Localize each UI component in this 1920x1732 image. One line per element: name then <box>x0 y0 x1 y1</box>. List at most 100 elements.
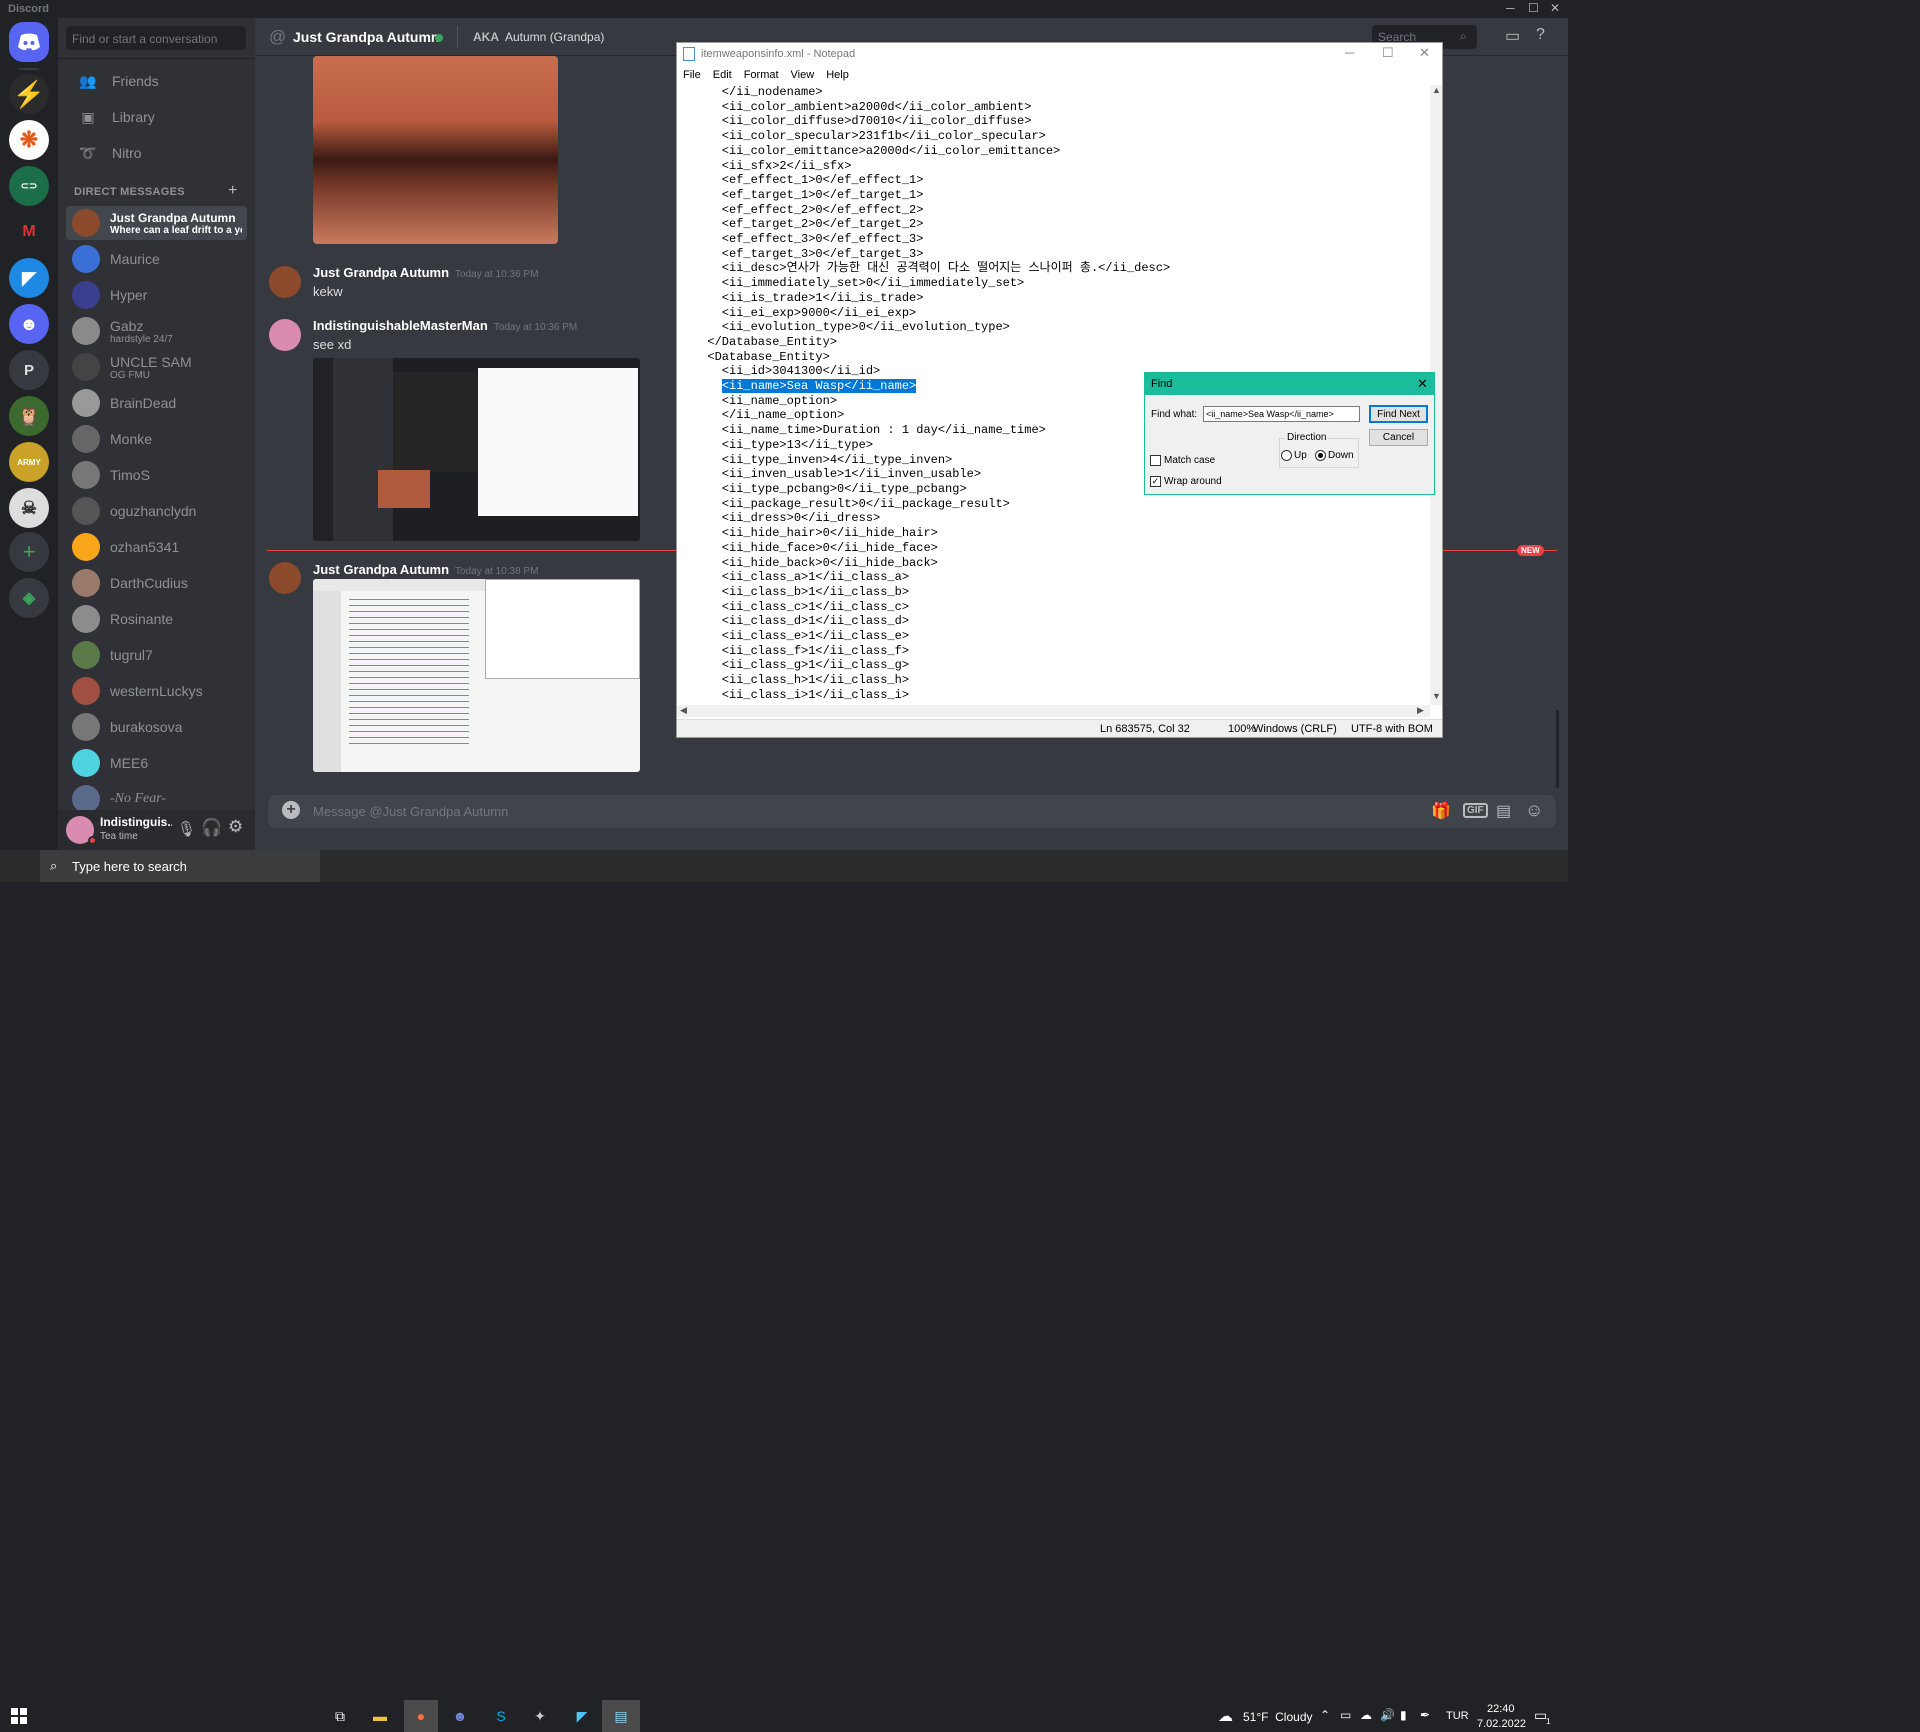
scroll-up-icon[interactable]: ▲ <box>1432 85 1441 95</box>
battery-icon[interactable]: ▮ <box>1400 1708 1407 1722</box>
settings-gear-icon[interactable]: ⚙ <box>228 817 243 837</box>
server-army-icon[interactable]: ARMY <box>9 442 49 482</box>
dm-item[interactable]: burakosova <box>66 710 247 744</box>
gift-icon[interactable]: 🎁 <box>1431 801 1451 821</box>
notepad-taskbar-icon[interactable]: ▤ <box>602 1700 640 1732</box>
avatar[interactable] <box>269 319 301 351</box>
sticker-icon[interactable]: ▤ <box>1496 801 1511 821</box>
clock-date[interactable]: 7.02.2022 <box>1477 1718 1526 1730</box>
nav-nitro[interactable]: ➰ Nitro <box>66 136 247 170</box>
horizontal-scrollbar[interactable]: ◀ ▶ <box>677 705 1430 717</box>
author-name[interactable]: Just Grandpa Autumn <box>313 265 449 280</box>
dm-item[interactable]: Rosinante <box>66 602 247 636</box>
dm-item[interactable]: Just Grandpa Autumn Where can a leaf drif… <box>66 206 247 240</box>
dm-item[interactable]: tugrul7 <box>66 638 247 672</box>
create-dm-plus-icon[interactable]: + <box>228 182 237 200</box>
dm-item[interactable]: ozhan5341 <box>66 530 247 564</box>
scroll-left-icon[interactable]: ◀ <box>680 705 687 716</box>
minimize-icon[interactable]: ─ <box>1506 1 1515 15</box>
cancel-button[interactable]: Cancel <box>1369 429 1428 446</box>
attachment-image-screenshot[interactable] <box>313 358 640 541</box>
maximize-icon[interactable]: ☐ <box>1382 45 1394 61</box>
help-icon[interactable]: ? <box>1536 26 1545 44</box>
server-flutter-icon[interactable]: ◤ <box>9 258 49 298</box>
file-explorer-icon[interactable]: ▬ <box>368 1704 392 1728</box>
microphone-icon[interactable]: 🎙 <box>177 820 196 838</box>
message-composer[interactable]: + Message @Just Grandpa Autumn 🎁 GIF ▤ ☺ <box>268 795 1556 828</box>
direction-up-radio[interactable]: Up <box>1281 450 1307 461</box>
find-what-input[interactable]: <ii_name>Sea Wasp</ii_name> <box>1203 406 1360 422</box>
close-icon[interactable]: ✕ <box>1417 376 1428 392</box>
pen-icon[interactable]: ✒ <box>1420 1708 1430 1722</box>
match-case-checkbox[interactable]: Match case <box>1150 455 1215 466</box>
attachment-image-lips[interactable] <box>313 56 558 244</box>
server-ghost-icon[interactable]: ☻ <box>9 304 49 344</box>
language-indicator[interactable]: TUR <box>1446 1710 1469 1722</box>
close-icon[interactable]: ✕ <box>1419 45 1430 61</box>
find-next-button[interactable]: Find Next <box>1369 405 1428 423</box>
dm-item[interactable]: Monke <box>66 422 247 456</box>
server-p-icon[interactable]: P <box>9 350 49 390</box>
nav-library[interactable]: ▣ Library <box>66 100 247 134</box>
dm-search-input[interactable]: Find or start a conversation <box>66 26 246 50</box>
maximize-icon[interactable]: ☐ <box>1528 1 1539 15</box>
firefox-icon[interactable]: ● <box>404 1700 438 1732</box>
dm-item[interactable]: MEE6 <box>66 746 247 780</box>
chat-scrollbar[interactable] <box>1556 710 1559 788</box>
scroll-down-icon[interactable]: ▼ <box>1432 691 1441 701</box>
dm-item[interactable]: DarthCudius <box>66 566 247 600</box>
weather-text[interactable]: 51°F Cloudy <box>1243 1710 1313 1724</box>
emoji-icon[interactable]: ☺ <box>1525 800 1543 821</box>
network-icon[interactable]: ▭ <box>1340 1708 1351 1722</box>
server-green-icon[interactable]: ⊂⊃ <box>9 166 49 206</box>
dm-item[interactable]: UNCLE SAM OG FMU <box>66 350 247 384</box>
wrap-around-checkbox[interactable]: ✓ Wrap around <box>1150 476 1222 487</box>
server-skull-icon[interactable]: ☠ <box>9 488 49 528</box>
flutter-taskbar-icon[interactable]: ◤ <box>570 1704 594 1728</box>
server-owl-icon[interactable]: 🦉 <box>9 396 49 436</box>
scroll-right-icon[interactable]: ▶ <box>1417 705 1424 716</box>
close-icon[interactable]: ✕ <box>1550 1 1560 15</box>
skype-icon[interactable]: S <box>489 1704 513 1728</box>
discord-taskbar-icon[interactable]: ☻ <box>448 1704 472 1728</box>
message-author[interactable]: Just Grandpa Autumn Today at 10:36 PM <box>313 265 538 280</box>
menu-view[interactable]: View <box>785 67 821 85</box>
avatar[interactable] <box>269 266 301 298</box>
server-mg-icon[interactable]: M <box>9 212 49 252</box>
dm-item[interactable]: BrainDead <box>66 386 247 420</box>
menu-edit[interactable]: Edit <box>707 67 738 85</box>
onedrive-icon[interactable]: ☁ <box>1360 1708 1372 1722</box>
task-view-icon[interactable]: ⧉ <box>328 1704 352 1728</box>
author-name[interactable]: Just Grandpa Autumn <box>313 562 449 577</box>
server-leaf-icon[interactable]: ❋ <box>9 120 49 160</box>
nav-friends[interactable]: 👥 Friends <box>66 64 247 98</box>
message-author[interactable]: Just Grandpa Autumn Today at 10:38 PM <box>313 562 538 577</box>
upload-plus-icon[interactable]: + <box>282 801 300 819</box>
menu-file[interactable]: File <box>677 67 707 85</box>
attachment-image-code-screenshot[interactable] <box>313 579 640 772</box>
windows-start-icon[interactable] <box>7 1704 31 1728</box>
home-discord-icon[interactable] <box>9 22 49 62</box>
headphones-icon[interactable]: 🎧 <box>201 818 222 838</box>
clock-time[interactable]: 22:40 <box>1487 1703 1515 1715</box>
gif-icon[interactable]: GIF <box>1463 803 1488 818</box>
server-lightning-icon[interactable]: ⚡ <box>9 74 49 114</box>
minimize-icon[interactable]: ─ <box>1345 45 1354 60</box>
menu-format[interactable]: Format <box>738 67 785 85</box>
dm-item[interactable]: Gabz hardstyle 24/7 <box>66 314 247 348</box>
dm-item[interactable]: Hyper <box>66 278 247 312</box>
author-name[interactable]: IndistinguishableMasterMan <box>313 318 488 333</box>
game-icon[interactable]: ✦ <box>528 1704 552 1728</box>
dm-item[interactable]: TimoS <box>66 458 247 492</box>
menu-help[interactable]: Help <box>820 67 855 85</box>
direction-down-radio[interactable]: Down <box>1315 450 1354 461</box>
inbox-icon[interactable]: ▭ <box>1505 26 1520 46</box>
dm-item[interactable]: oguzhanclydn <box>66 494 247 528</box>
tray-chevron-icon[interactable]: ⌃ <box>1320 1708 1330 1722</box>
explore-compass-icon[interactable]: ◈ <box>9 578 49 618</box>
avatar[interactable] <box>269 562 301 594</box>
taskbar-search-input[interactable]: ⌕ Type here to search <box>40 850 320 882</box>
volume-icon[interactable]: 🔊 <box>1380 1708 1395 1722</box>
dm-item[interactable]: westernLuckys <box>66 674 247 708</box>
dm-item[interactable]: Maurice <box>66 242 247 276</box>
